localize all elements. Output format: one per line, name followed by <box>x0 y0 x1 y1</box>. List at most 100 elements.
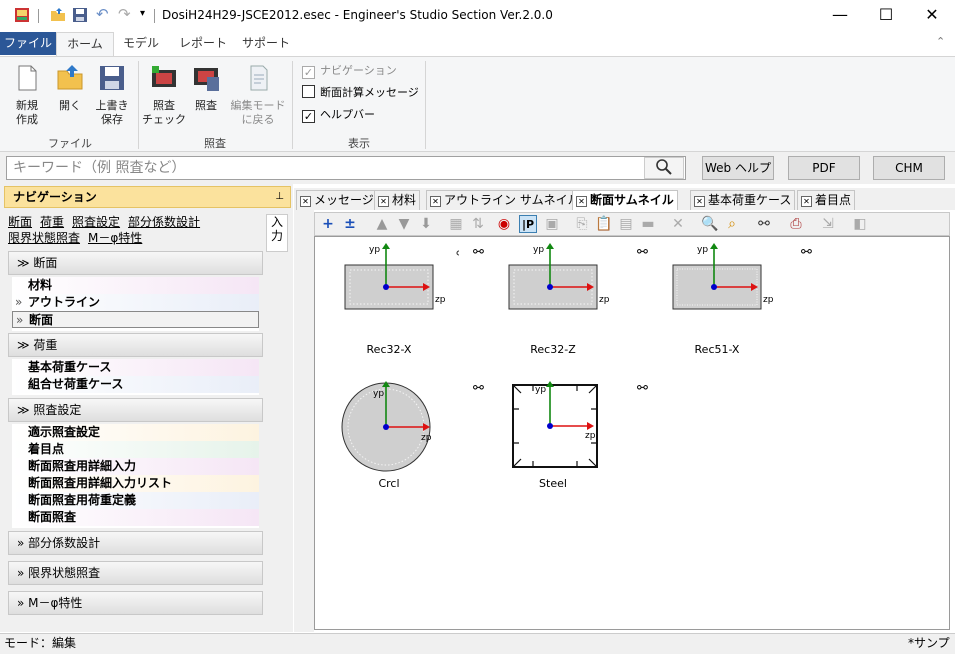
nav-item-section-check[interactable]: 断面照査 <box>12 509 259 526</box>
keyword-search-input[interactable]: キーワード（例 照査など） <box>6 156 686 180</box>
nav-item-detail-input-list[interactable]: 断面照査用詳細入力リスト <box>12 475 259 492</box>
nav-section-header-mphi[interactable]: » M－φ特性 <box>8 591 263 615</box>
nav-link-section[interactable]: 断面 <box>8 215 32 229</box>
nav-item-detail-input[interactable]: 断面照査用詳細入力 <box>12 458 259 475</box>
view-icon[interactable]: ▣ <box>543 215 561 233</box>
close-icon[interactable]: ✕ <box>378 196 389 207</box>
move-up-icon[interactable]: ▲ <box>373 215 391 233</box>
redo-icon[interactable]: ↷ <box>118 5 131 23</box>
doc-tab-section-thumbnail[interactable]: ✕ 断面サムネイル <box>572 190 678 210</box>
move-down-icon[interactable]: ▼ <box>395 215 413 233</box>
overwrite-save-button[interactable]: 上書き 保存 <box>92 63 132 127</box>
maximize-button[interactable]: ☐ <box>863 0 909 32</box>
nav-section-header-load[interactable]: ≫ 荷重 <box>8 333 263 357</box>
helpbar-checkbox[interactable]: ✓ ヘルプバー <box>302 106 375 124</box>
nav-item-basic-load-case[interactable]: 基本荷重ケース <box>12 359 259 376</box>
quick-access-menu-icon[interactable]: ▾ <box>140 8 145 19</box>
nav-link-mphi[interactable]: M－φ特性 <box>88 231 142 245</box>
chm-button[interactable]: CHM <box>873 156 945 180</box>
nav-links-row2: 限界状態照査 M－φ特性 <box>8 230 263 246</box>
doc-tab-outline-thumbnail[interactable]: ✕ アウトライン サムネイル <box>426 190 584 210</box>
close-button[interactable]: ✕ <box>909 0 955 32</box>
separator <box>154 9 155 23</box>
new-button[interactable]: 新規 作成 <box>6 63 48 127</box>
tab-model[interactable]: モデル <box>116 32 166 55</box>
navigation-checkbox[interactable]: ✓ ナビゲーション <box>302 62 397 80</box>
nav-item-load-definition[interactable]: 断面照査用荷重定義 <box>12 492 259 509</box>
property-icon[interactable]: |P <box>519 215 537 233</box>
import-icon[interactable]: ⇲ <box>819 215 837 233</box>
collapse-ribbon-icon[interactable]: ⌃ <box>936 35 945 48</box>
link-icon[interactable]: ⚯ <box>801 245 812 260</box>
nav-link-check-setting[interactable]: 照査設定 <box>72 215 120 229</box>
nav-item-outline[interactable]: » アウトライン <box>12 294 259 311</box>
undo-icon[interactable]: ↶ <box>96 5 109 23</box>
nav-item-combination-load-case[interactable]: 組合せ荷重ケース <box>12 376 259 393</box>
link-icon[interactable]: ⚯ <box>637 381 648 396</box>
pdf-button[interactable]: PDF <box>788 156 860 180</box>
doc-tab-focus-point[interactable]: ✕ 着目点 <box>797 190 856 210</box>
nav-item-check-config[interactable]: 適示照査設定 <box>12 424 259 441</box>
zoom-icon[interactable]: 🔍 <box>701 215 719 233</box>
section-message-checkbox[interactable]: 断面計算メッセージ <box>302 84 419 102</box>
tab-file[interactable]: ファイル <box>0 32 56 55</box>
window-icon[interactable]: ◧ <box>851 215 869 233</box>
doc-tab-message[interactable]: ✕ メッセージ <box>296 190 378 210</box>
thumbnail-crcl[interactable]: yp zp ⚯ Crcl <box>329 379 484 519</box>
close-icon[interactable]: ✕ <box>694 196 705 207</box>
nav-section-header-check-setting[interactable]: ≫ 照査設定 <box>8 398 263 422</box>
export-icon[interactable]: ⎙ <box>787 215 805 233</box>
check-verify-button[interactable]: 照査 チェック <box>142 63 186 127</box>
thumbnail-rec32-x[interactable]: yp zp ⚯ Rec32-X <box>329 241 484 381</box>
delete-icon[interactable]: ✕ <box>669 215 687 233</box>
input-side-tab[interactable]: 入 力 <box>266 214 288 252</box>
add-icon[interactable]: + <box>319 215 337 233</box>
nav-section-header-partial[interactable]: » 部分係数設計 <box>8 531 263 555</box>
thumbnail-steel[interactable]: yp zp ⚯ Steel <box>493 379 648 519</box>
nav-link-limit[interactable]: 限界状態照査 <box>8 231 80 245</box>
check-button[interactable]: 照査 <box>188 63 224 113</box>
minimize-button[interactable]: — <box>817 0 863 32</box>
sort-icon[interactable]: ⇅ <box>469 215 487 233</box>
nav-section-label: 荷重 <box>33 338 58 352</box>
nav-item-section[interactable]: » 断面 <box>12 311 259 328</box>
nav-section-header-limit[interactable]: » 限界状態照査 <box>8 561 263 585</box>
link-icon[interactable]: ⚯ <box>473 381 484 396</box>
close-icon[interactable]: ✕ <box>576 196 587 207</box>
copy-icon[interactable]: ⎘ <box>573 215 591 233</box>
link-icon[interactable]: ⚯ <box>637 245 648 260</box>
find-icon[interactable]: ⌕ <box>723 215 741 233</box>
search-button[interactable] <box>644 157 684 179</box>
doc-tab-basic-load-case[interactable]: ✕ 基本荷重ケース <box>690 190 796 210</box>
move-bottom-icon[interactable]: ⬇ <box>417 215 435 233</box>
pane-splitter[interactable] <box>294 210 314 632</box>
nav-link-partial[interactable]: 部分係数設計 <box>128 215 200 229</box>
grid-icon[interactable]: ▤ <box>617 215 635 233</box>
save-icon[interactable] <box>72 7 88 23</box>
paste-icon[interactable]: 📋 <box>595 215 613 233</box>
web-help-button[interactable]: Web ヘルプ <box>702 156 774 180</box>
thumbnail-rec51-x[interactable]: yp zp ⚯ Rec51-X <box>657 241 812 381</box>
tab-support[interactable]: サポート <box>238 32 294 55</box>
tab-report[interactable]: レポート <box>174 32 232 55</box>
add-copy-icon[interactable]: ± <box>341 215 359 233</box>
doc-tab-material[interactable]: ✕ 材料 <box>374 190 421 210</box>
pin-icon[interactable]: ⊥ <box>275 187 284 207</box>
close-icon[interactable]: ✕ <box>801 196 812 207</box>
close-icon[interactable]: ✕ <box>300 196 311 207</box>
nav-item-focus-point[interactable]: 着目点 <box>12 441 259 458</box>
bar-icon[interactable]: ▬ <box>639 215 657 233</box>
nav-item-material[interactable]: 材料 <box>12 277 259 294</box>
link-icon[interactable]: ⚯ <box>755 215 773 233</box>
open-button[interactable]: 開く <box>50 63 90 113</box>
filter-icon[interactable]: ◉ <box>495 215 513 233</box>
link-icon[interactable]: ⚯ <box>473 245 484 260</box>
thumbnail-rec32-z[interactable]: yp zp ⚯ Rec32-Z <box>493 241 648 381</box>
close-icon[interactable]: ✕ <box>430 196 441 207</box>
nav-link-load[interactable]: 荷重 <box>40 215 64 229</box>
nav-section-header-section[interactable]: ≫ 断面 <box>8 251 263 275</box>
table-icon[interactable]: ▦ <box>447 215 465 233</box>
back-to-edit-button[interactable]: 編集モード に戻る <box>228 63 288 127</box>
tab-home[interactable]: ホーム <box>56 32 114 56</box>
open-folder-icon[interactable] <box>50 7 66 23</box>
